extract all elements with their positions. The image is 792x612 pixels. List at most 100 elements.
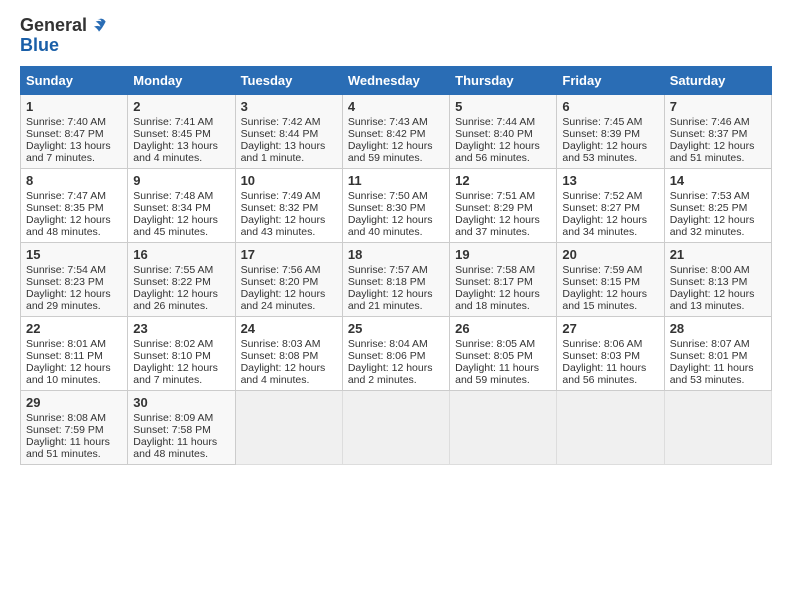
day-info-line: Daylight: 12 hours	[455, 140, 551, 152]
day-info-line: Sunset: 8:45 PM	[133, 128, 229, 140]
calendar-cell: 29Sunrise: 8:08 AMSunset: 7:59 PMDayligh…	[21, 390, 128, 464]
day-info-line: Sunset: 8:32 PM	[241, 202, 337, 214]
day-info-line: Sunrise: 7:48 AM	[133, 190, 229, 202]
logo-general: General	[20, 16, 87, 36]
day-number: 26	[455, 321, 551, 336]
day-info-line: and 2 minutes.	[348, 374, 444, 386]
calendar-week-1: 1Sunrise: 7:40 AMSunset: 8:47 PMDaylight…	[21, 94, 772, 168]
day-number: 1	[26, 99, 122, 114]
day-info-line: Sunset: 8:06 PM	[348, 350, 444, 362]
day-info-line: and 56 minutes.	[455, 152, 551, 164]
day-info-line: and 7 minutes.	[133, 374, 229, 386]
day-info-line: Daylight: 13 hours	[133, 140, 229, 152]
calendar-cell: 26Sunrise: 8:05 AMSunset: 8:05 PMDayligh…	[450, 316, 557, 390]
day-info-line: Sunset: 8:10 PM	[133, 350, 229, 362]
day-number: 14	[670, 173, 766, 188]
day-info-line: and 43 minutes.	[241, 226, 337, 238]
calendar-cell	[557, 390, 664, 464]
day-info-line: Sunset: 8:17 PM	[455, 276, 551, 288]
day-info-line: and 13 minutes.	[670, 300, 766, 312]
day-number: 25	[348, 321, 444, 336]
day-info-line: Daylight: 12 hours	[241, 288, 337, 300]
day-info-line: Sunset: 7:59 PM	[26, 424, 122, 436]
day-info-line: Daylight: 13 hours	[241, 140, 337, 152]
day-info-line: Sunrise: 7:51 AM	[455, 190, 551, 202]
weekday-header-friday: Friday	[557, 66, 664, 94]
day-number: 15	[26, 247, 122, 262]
calendar-cell: 13Sunrise: 7:52 AMSunset: 8:27 PMDayligh…	[557, 168, 664, 242]
calendar-cell	[664, 390, 771, 464]
calendar-cell: 18Sunrise: 7:57 AMSunset: 8:18 PMDayligh…	[342, 242, 449, 316]
day-info-line: Sunset: 8:03 PM	[562, 350, 658, 362]
day-info-line: Sunrise: 8:04 AM	[348, 338, 444, 350]
day-info-line: Sunset: 8:01 PM	[670, 350, 766, 362]
calendar-cell: 10Sunrise: 7:49 AMSunset: 8:32 PMDayligh…	[235, 168, 342, 242]
day-info-line: Sunrise: 7:58 AM	[455, 264, 551, 276]
day-info-line: Daylight: 12 hours	[348, 140, 444, 152]
day-info-line: Daylight: 12 hours	[670, 288, 766, 300]
day-number: 8	[26, 173, 122, 188]
logo-blue: Blue	[20, 35, 59, 55]
day-info-line: and 29 minutes.	[26, 300, 122, 312]
day-info-line: Sunset: 8:34 PM	[133, 202, 229, 214]
calendar-cell	[450, 390, 557, 464]
day-number: 13	[562, 173, 658, 188]
calendar-cell: 5Sunrise: 7:44 AMSunset: 8:40 PMDaylight…	[450, 94, 557, 168]
calendar-week-4: 22Sunrise: 8:01 AMSunset: 8:11 PMDayligh…	[21, 316, 772, 390]
day-number: 28	[670, 321, 766, 336]
day-number: 21	[670, 247, 766, 262]
day-number: 4	[348, 99, 444, 114]
day-info-line: Sunset: 8:35 PM	[26, 202, 122, 214]
calendar-table: SundayMondayTuesdayWednesdayThursdayFrid…	[20, 66, 772, 465]
day-info-line: Sunset: 8:47 PM	[26, 128, 122, 140]
day-info-line: Daylight: 12 hours	[562, 140, 658, 152]
day-info-line: and 34 minutes.	[562, 226, 658, 238]
day-info-line: Sunset: 7:58 PM	[133, 424, 229, 436]
calendar-cell: 17Sunrise: 7:56 AMSunset: 8:20 PMDayligh…	[235, 242, 342, 316]
day-number: 29	[26, 395, 122, 410]
day-info-line: Sunrise: 7:40 AM	[26, 116, 122, 128]
day-info-line: and 56 minutes.	[562, 374, 658, 386]
calendar-cell	[235, 390, 342, 464]
day-info-line: Sunset: 8:20 PM	[241, 276, 337, 288]
calendar-cell: 1 Sunrise: 7:40 AMSunset: 8:47 PMDaylight…	[21, 94, 128, 168]
day-info-line: Sunset: 8:22 PM	[133, 276, 229, 288]
day-number: 12	[455, 173, 551, 188]
weekday-header-thursday: Thursday	[450, 66, 557, 94]
day-info-line: Daylight: 12 hours	[455, 214, 551, 226]
day-info-line: Daylight: 12 hours	[348, 288, 444, 300]
day-number: 19	[455, 247, 551, 262]
day-info-line: Sunrise: 7:45 AM	[562, 116, 658, 128]
day-number: 17	[241, 247, 337, 262]
day-info-line: Sunrise: 7:43 AM	[348, 116, 444, 128]
day-info-line: and 48 minutes.	[133, 448, 229, 460]
day-info-line: Daylight: 11 hours	[455, 362, 551, 374]
calendar-cell: 9Sunrise: 7:48 AMSunset: 8:34 PMDaylight…	[128, 168, 235, 242]
day-info-line: Sunset: 8:15 PM	[562, 276, 658, 288]
day-info-line: Sunrise: 8:01 AM	[26, 338, 122, 350]
day-info-line: Sunrise: 7:53 AM	[670, 190, 766, 202]
day-number: 27	[562, 321, 658, 336]
day-number: 7	[670, 99, 766, 114]
day-info-line: Daylight: 12 hours	[133, 362, 229, 374]
day-info-line: Daylight: 12 hours	[26, 214, 122, 226]
day-info-line: and 4 minutes.	[133, 152, 229, 164]
calendar-cell: 20Sunrise: 7:59 AMSunset: 8:15 PMDayligh…	[557, 242, 664, 316]
calendar-cell: 14Sunrise: 7:53 AMSunset: 8:25 PMDayligh…	[664, 168, 771, 242]
calendar-cell: 2Sunrise: 7:41 AMSunset: 8:45 PMDaylight…	[128, 94, 235, 168]
day-number: 11	[348, 173, 444, 188]
calendar-cell: 15Sunrise: 7:54 AMSunset: 8:23 PMDayligh…	[21, 242, 128, 316]
calendar-cell: 23Sunrise: 8:02 AMSunset: 8:10 PMDayligh…	[128, 316, 235, 390]
logo-bird-icon	[89, 15, 109, 35]
day-info-line: Sunset: 8:30 PM	[348, 202, 444, 214]
day-info-line: and 4 minutes.	[241, 374, 337, 386]
day-number: 30	[133, 395, 229, 410]
day-info-line: and 24 minutes.	[241, 300, 337, 312]
day-info-line: and 18 minutes.	[455, 300, 551, 312]
calendar-cell: 30Sunrise: 8:09 AMSunset: 7:58 PMDayligh…	[128, 390, 235, 464]
day-number: 9	[133, 173, 229, 188]
day-info-line: Daylight: 13 hours	[26, 140, 122, 152]
day-info-line: Sunset: 8:27 PM	[562, 202, 658, 214]
day-info-line: Sunrise: 8:09 AM	[133, 412, 229, 424]
calendar-cell: 7Sunrise: 7:46 AMSunset: 8:37 PMDaylight…	[664, 94, 771, 168]
